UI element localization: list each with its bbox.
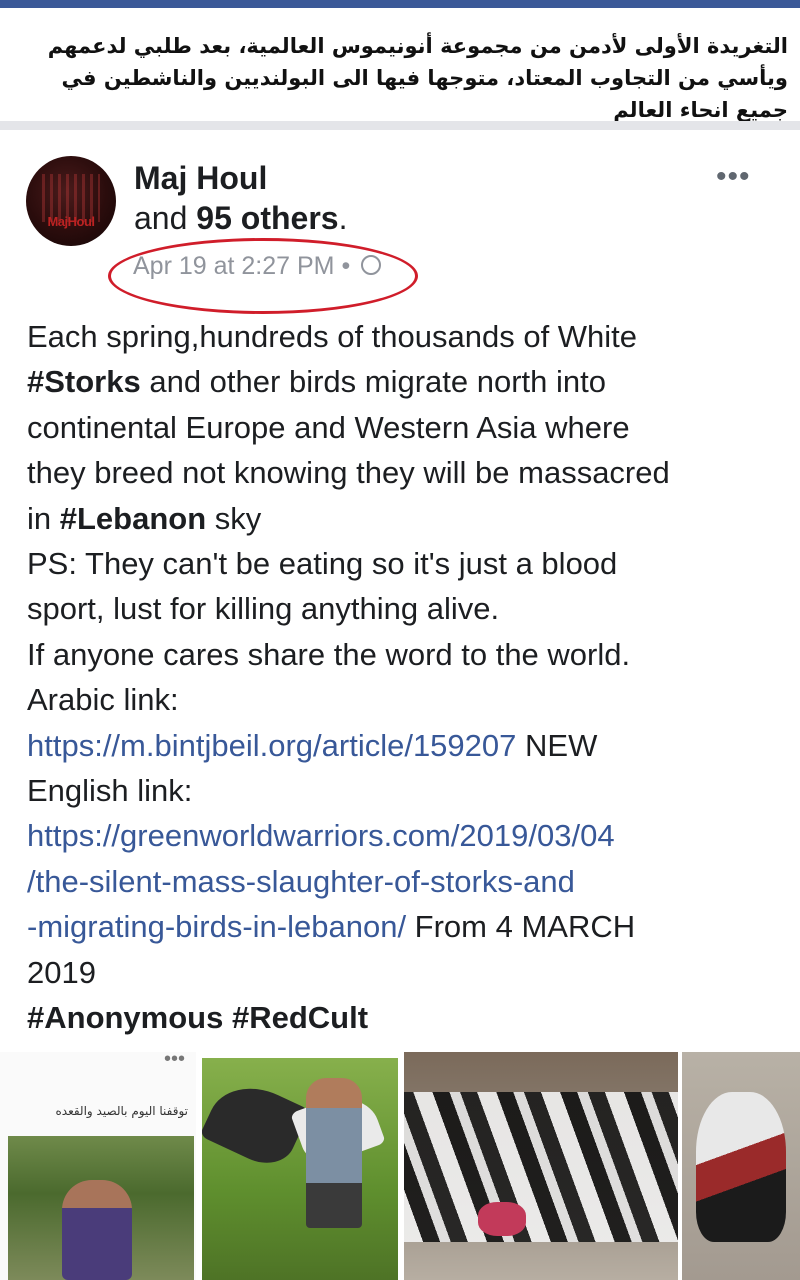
top-accent-bar [0, 0, 800, 8]
photo-bag [478, 1202, 526, 1236]
english-article-link-part1[interactable]: https://greenworldwarriors.com/2019/03/0… [27, 818, 615, 853]
photo-caption: توقفنا اليوم بالصيد والقعده [55, 1104, 188, 1118]
hashtag-storks[interactable]: #Storks [27, 364, 141, 399]
body-text: and other birds migrate north into [140, 364, 606, 400]
body-line: If anyone cares share the word to the wo… [27, 636, 631, 672]
tagged-others: and 95 others. [134, 200, 347, 237]
photo-hunter-screenshot[interactable]: ••• توقفنا اليوم بالصيد والقعده [0, 1052, 196, 1280]
others-count-link[interactable]: 95 others [196, 200, 338, 236]
arabic-link-label: Arabic link: [27, 682, 179, 718]
photo-person [306, 1078, 362, 1228]
photo-stork [696, 1092, 786, 1242]
body-text: From 4 MARCH [406, 909, 636, 945]
hashtag-lebanon[interactable]: #Lebanon [60, 501, 206, 536]
english-article-link-part2[interactable]: /the-silent-mass-slaughter-of-storks-and [27, 864, 575, 899]
body-line: https://m.bintjbeil.org/article/159207 N… [27, 723, 797, 768]
others-prefix: and [134, 200, 197, 236]
body-line: #Storks and other birds migrate north in… [27, 359, 797, 404]
body-line: #Anonymous #RedCult [27, 995, 797, 1040]
caption-divider [0, 121, 800, 130]
photo-man-with-stork[interactable] [202, 1058, 398, 1280]
arabic-article-link[interactable]: https://m.bintjbeil.org/article/159207 [27, 728, 516, 763]
avatar-logo-text: MajHoul [47, 214, 95, 229]
avatar[interactable]: MajHoul [26, 156, 116, 246]
body-text: sky [206, 500, 262, 536]
photo-stork-closeup[interactable] [682, 1052, 800, 1280]
body-text: NEW [516, 727, 598, 763]
body-line: continental Europe and Western Asia wher… [27, 409, 630, 445]
body-line: sport, lust for killing anything alive. [27, 591, 500, 627]
others-suffix: . [338, 200, 348, 236]
english-article-link-part3[interactable]: -migrating-birds-in-lebanon/ [27, 909, 406, 944]
body-text: in [27, 500, 60, 536]
hashtag-redcult[interactable]: #RedCult [232, 1000, 368, 1035]
body-line: /the-silent-mass-slaughter-of-storks-and [27, 859, 797, 904]
photo-image [8, 1136, 194, 1280]
photo-person [62, 1180, 132, 1280]
english-link-label: English link: [27, 773, 193, 809]
body-line: -migrating-birds-in-lebanon/ From 4 MARC… [27, 904, 797, 949]
arabic-caption: التغريدة الأولى لأدمن من مجموعة أنونيموس… [0, 8, 800, 126]
hashtag-anonymous[interactable]: #Anonymous [27, 1000, 223, 1035]
body-line: they breed not knowing they will be mass… [27, 455, 670, 491]
body-line: in #Lebanon sky [27, 496, 797, 541]
body-line: https://greenworldwarriors.com/2019/03/0… [27, 813, 797, 858]
author-name[interactable]: Maj Houl [134, 160, 267, 197]
photo-birds [404, 1092, 678, 1242]
body-line: Each spring,hundreds of thousands of Whi… [27, 319, 638, 354]
post-body: Each spring,hundreds of thousands of Whi… [27, 314, 797, 1041]
photo-grid: ••• توقفنا اليوم بالصيد والقعده [0, 1052, 800, 1280]
photo-more-icon: ••• [164, 1052, 186, 1070]
body-line: 2019 [27, 954, 96, 990]
photo-dead-storks[interactable] [404, 1052, 678, 1280]
body-line: PS: They can't be eating so it's just a … [27, 546, 618, 582]
more-options-icon[interactable]: ••• [716, 160, 751, 194]
red-annotation-circle [108, 238, 418, 314]
